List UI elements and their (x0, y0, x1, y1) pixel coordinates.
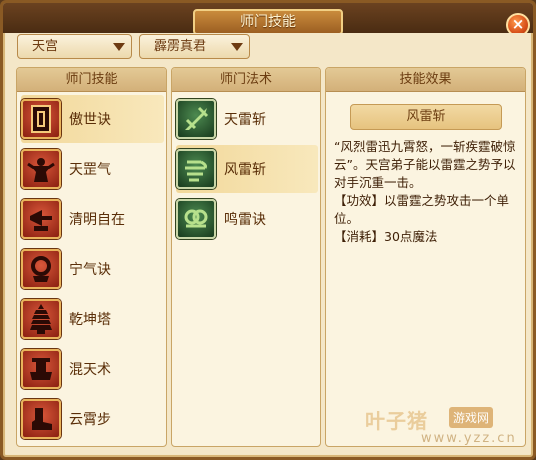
altar-icon (21, 349, 61, 389)
art-label: 风雷斩 (224, 162, 266, 178)
skill-label: 混天术 (69, 362, 111, 378)
horn-icon (21, 199, 61, 239)
effect-line: 【功效】以雷霆之势攻击一个单位。 (334, 193, 510, 226)
skill-effect-header: 技能效果 (326, 68, 525, 92)
wind-icon (176, 149, 216, 189)
site-watermark: 叶子猪 游戏网 www.yzz.cn (365, 405, 525, 451)
master-dropdown-value: 霹雳真君 (154, 39, 207, 54)
skill-label: 清明自在 (69, 212, 125, 228)
skill-label: 乾坤塔 (69, 312, 111, 328)
effect-line: 【消耗】30点魔法 (334, 229, 438, 244)
effect-line: “风烈雷迅九霄怒，一斩疾霆破惊云”。天宫弟子能以雷霆之势予以对手沉重一击。 (334, 139, 516, 190)
effect-description: “风烈雷迅九霄怒，一斩疾霆破惊云”。天宫弟子能以雷霆之势予以对手沉重一击。 【功… (334, 138, 524, 246)
skill-item-qiankun[interactable]: 乾坤塔 (21, 295, 111, 343)
sect-arts-panel: 师门法术 天雷斩 风雷斩 鸣雷诀 (171, 67, 321, 447)
chevron-down-icon (231, 43, 243, 51)
skill-label: 云霄步 (69, 412, 111, 428)
warrior-icon (21, 149, 61, 189)
skill-item-aoshi[interactable]: 傲世诀 (21, 95, 164, 143)
master-dropdown[interactable]: 霹雳真君 (139, 34, 250, 59)
ring-icon (21, 249, 61, 289)
sect-arts-header: 师门法术 (172, 68, 320, 92)
skill-effect-panel: 技能效果 风雷斩 “风烈雷迅九霄怒，一斩疾霆破惊云”。天宫弟子能以雷霆之势予以对… (325, 67, 526, 447)
skill-label: 天罡气 (69, 162, 111, 178)
sect-dropdown-value: 天宫 (32, 39, 59, 54)
watermark-url: www.yzz.cn (421, 431, 517, 446)
skill-item-huntian[interactable]: 混天术 (21, 345, 111, 393)
pagoda-icon (21, 299, 61, 339)
skill-label: 傲世诀 (69, 112, 111, 128)
effect-skill-name: 风雷斩 (350, 104, 502, 130)
sect-skills-panel: 师门技能 傲世诀 天罡气 清明自在 宁气诀 乾坤塔 混天术 云霄步 (16, 67, 167, 447)
sword-icon (176, 99, 216, 139)
watermark-badge: 游戏网 (449, 407, 494, 428)
chevron-down-icon (113, 43, 125, 51)
sect-skills-header: 师门技能 (17, 68, 166, 92)
art-item-minglei[interactable]: 鸣雷诀 (176, 195, 266, 243)
sect-skills-window: 师门技能 × 天宫 霹雳真君 师门技能 傲世诀 天罡气 清明自在 宁气诀 乾坤塔… (0, 0, 536, 460)
watermark-main: 叶子猪 (365, 409, 428, 433)
art-label: 天雷斩 (224, 112, 266, 128)
sect-dropdown[interactable]: 天宫 (17, 34, 132, 59)
art-label: 鸣雷诀 (224, 212, 266, 228)
skill-item-qingming[interactable]: 清明自在 (21, 195, 125, 243)
window-title: 师门技能 (193, 9, 343, 35)
cloud-icon (176, 199, 216, 239)
scroll-icon (21, 99, 61, 139)
close-icon: × (511, 15, 525, 33)
skill-label: 宁气诀 (69, 262, 111, 278)
skill-item-ningqi[interactable]: 宁气诀 (21, 245, 111, 293)
skill-item-yunxiao[interactable]: 云霄步 (21, 395, 111, 443)
art-item-fenglei[interactable]: 风雷斩 (176, 145, 318, 193)
boot-icon (21, 399, 61, 439)
art-item-tianlei[interactable]: 天雷斩 (176, 95, 266, 143)
skill-item-tiangang[interactable]: 天罡气 (21, 145, 111, 193)
